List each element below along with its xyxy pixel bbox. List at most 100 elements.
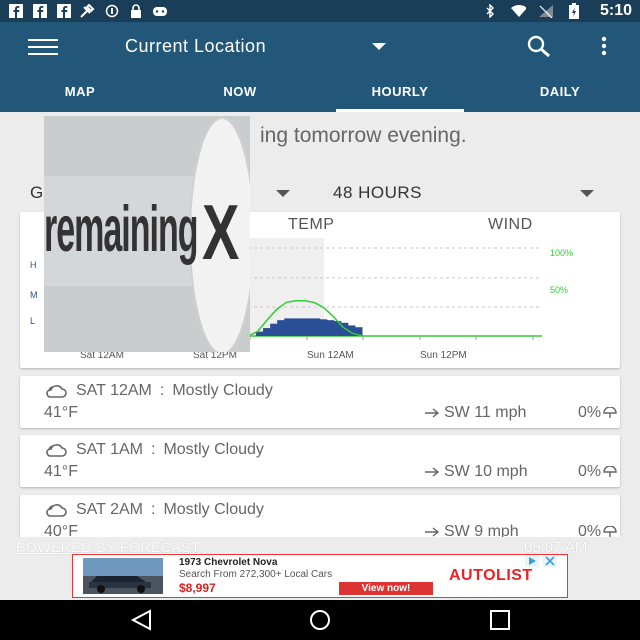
forecast-wind: SW 9 mph: [424, 523, 519, 537]
app-screen: 5:10 Current Location MAP NOW HOURLY DAI…: [0, 0, 640, 640]
precip-intensity-bar: [270, 323, 278, 336]
ad-choices[interactable]: [525, 555, 567, 567]
ad-title: 1973 Chevrolet Nova: [179, 557, 278, 568]
overlay-text: remaining: [44, 194, 198, 267]
axis-tick-label: 50%: [550, 285, 568, 295]
range-selector[interactable]: 48 HOURS: [333, 183, 422, 203]
precip-intensity-bar: [312, 318, 321, 336]
axis-tick-label: Sun 12PM: [420, 350, 467, 361]
location-title[interactable]: Current Location: [125, 36, 266, 57]
umbrella-icon: [603, 526, 617, 537]
status-time: 5:10: [599, 2, 632, 19]
powered-by-link[interactable]: POWERED BY FORECAST: [16, 539, 200, 555]
umbrella-icon: [603, 407, 617, 418]
wind-direction-icon: [425, 408, 440, 418]
precip-intensity-bar: [284, 318, 292, 336]
forecast-row[interactable]: SAT 1AM: Mostly Cloudy 41°F SW 10 mph 0%: [20, 435, 620, 487]
tab-map[interactable]: MAP: [0, 70, 160, 112]
precip-intensity-bar: [326, 320, 335, 336]
forecast-precip: 0%: [578, 404, 617, 422]
forecast-precip-value: 0%: [578, 463, 602, 480]
close-icon[interactable]: [543, 555, 557, 567]
facebook-icon: [8, 4, 24, 18]
bluetooth-icon: [482, 4, 498, 18]
home-icon[interactable]: [306, 609, 334, 631]
forecast-time: SAT 1AM: [76, 441, 143, 458]
search-icon[interactable]: [526, 34, 554, 58]
axis-tick-label: 100%: [550, 248, 573, 258]
tab-now[interactable]: NOW: [160, 70, 320, 112]
forecast-row-title: SAT 12AM: Mostly Cloudy: [44, 382, 273, 400]
forecast-summary: ing tomorrow evening.: [260, 124, 467, 147]
axis-tick-label: M: [30, 290, 38, 300]
app-bar: Current Location MAP NOW HOURLY DAILY: [0, 22, 640, 112]
forecast-wind-value: SW 11 mph: [444, 404, 527, 421]
tab-hourly[interactable]: HOURLY: [320, 70, 480, 112]
facebook-icon: [56, 4, 72, 18]
forecast-condition: Mostly Cloudy: [163, 441, 264, 458]
forecast-row[interactable]: SAT 12AM: Mostly Cloudy 41°F SW 11 mph 0%: [20, 376, 620, 428]
forecast-row-title: SAT 1AM: Mostly Cloudy: [44, 441, 264, 459]
forecast-temp: 41°F: [44, 463, 78, 480]
axis-tick-label: Sun 12AM: [307, 350, 354, 361]
overlay-image[interactable]: remaining X: [44, 116, 250, 352]
close-icon[interactable]: X: [202, 186, 239, 277]
forecast-row[interactable]: SAT 2AM: Mostly Cloudy 40°F SW 9 mph 0%: [20, 495, 620, 537]
axis-tick-label: H: [30, 260, 37, 270]
precip-intensity-bar: [319, 319, 328, 336]
precip-intensity-bar: [277, 320, 285, 336]
system-nav-bar: [0, 600, 640, 640]
back-icon[interactable]: [130, 609, 154, 631]
forecast-wind-value: SW 10 mph: [444, 463, 528, 480]
ad-banner[interactable]: 1973 Chevrolet Nova Search From 272,300+…: [72, 554, 568, 598]
partly-cloudy-icon: [46, 444, 67, 457]
status-bar: 5:10: [0, 0, 640, 22]
ad-car-image: [83, 558, 163, 594]
game-icon: [152, 4, 168, 18]
ad-cta-button[interactable]: View now!: [339, 582, 433, 595]
forecast-precip-value: 0%: [578, 523, 602, 537]
ad-brand-logo: AUTOLIST: [449, 567, 533, 584]
ad-subtitle: Search From 272,300+ Local Cars: [179, 569, 333, 580]
more-options-icon[interactable]: [596, 34, 612, 58]
partly-cloudy-icon: [46, 504, 67, 517]
forecast-condition: Mostly Cloudy: [172, 382, 273, 399]
fitness-icon: [80, 4, 96, 18]
wifi-icon: [510, 4, 526, 18]
forecast-temp: 41°F: [44, 404, 78, 421]
forecast-precip: 0%: [578, 463, 617, 481]
umbrella-icon: [603, 466, 617, 477]
ad-info-icon[interactable]: [525, 555, 539, 567]
wind-direction-icon: [425, 467, 440, 477]
dropdown-arrow-icon[interactable]: [580, 190, 594, 198]
forecast-temp: 40°F: [44, 523, 78, 537]
forecast-precip: 0%: [578, 523, 617, 537]
signal-icon: [538, 4, 554, 18]
wind-direction-icon: [425, 527, 440, 537]
forecast-time: SAT 2AM: [76, 501, 143, 518]
separator: :: [159, 382, 165, 399]
tab-daily[interactable]: DAILY: [480, 70, 640, 112]
ad-price: $8,997: [179, 581, 216, 595]
sync-icon: [104, 4, 120, 18]
precip-intensity-bar: [291, 318, 299, 336]
chevron-down-icon[interactable]: [370, 38, 390, 54]
battery-charging-icon: [566, 3, 582, 19]
dropdown-arrow-icon[interactable]: [276, 190, 290, 198]
lock-icon: [128, 4, 144, 18]
graph-type-selector[interactable]: G: [30, 183, 43, 203]
tab-bar: MAP NOW HOURLY DAILY: [0, 70, 640, 112]
axis-tick-label: L: [30, 316, 35, 326]
forecast-wind: SW 10 mph: [424, 463, 528, 481]
forecast-wind: SW 11 mph: [424, 404, 526, 422]
forecast-wind-value: SW 9 mph: [444, 523, 519, 537]
precip-intensity-bar: [263, 328, 271, 336]
facebook-icon: [32, 4, 48, 18]
separator: :: [150, 441, 156, 458]
partly-cloudy-icon: [46, 385, 67, 398]
forecast-precip-value: 0%: [578, 404, 602, 421]
precip-intensity-bar: [298, 318, 306, 336]
recents-icon[interactable]: [488, 609, 512, 631]
forecast-time: SAT 12AM: [76, 382, 152, 399]
menu-icon[interactable]: [28, 36, 60, 58]
